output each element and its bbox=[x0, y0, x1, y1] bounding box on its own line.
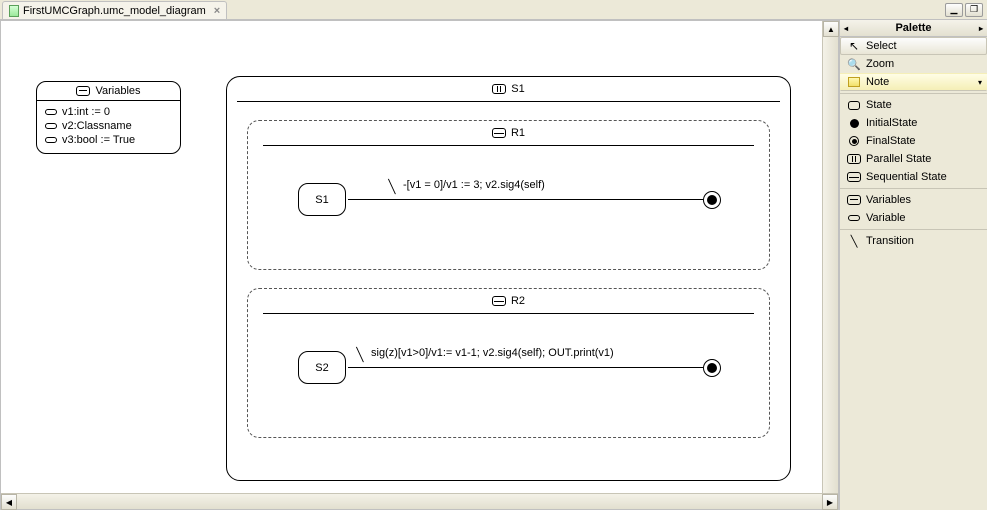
palette-variables[interactable]: Variables bbox=[840, 191, 987, 209]
horizontal-scrollbar[interactable]: ◀ ▶ bbox=[1, 493, 838, 509]
palette-note-tool[interactable]: Note ▾ bbox=[840, 73, 987, 91]
scroll-left-button[interactable]: ◀ bbox=[1, 494, 17, 510]
palette-initial-state[interactable]: InitialState bbox=[840, 114, 987, 132]
variables-title: Variables bbox=[37, 82, 180, 101]
state-header: S1 bbox=[237, 77, 780, 102]
diagram-file-icon bbox=[9, 5, 19, 17]
tab-bar: FirstUMCGraph.umc_model_diagram × ▁ ❐ bbox=[0, 0, 987, 20]
palette-select-tool[interactable]: ↖ Select bbox=[840, 37, 987, 55]
palette-state[interactable]: State bbox=[840, 96, 987, 114]
sequential-state-icon bbox=[492, 128, 506, 138]
zoom-icon: 🔍 bbox=[847, 58, 861, 70]
palette-sequential-state[interactable]: Sequential State bbox=[840, 168, 987, 186]
transition-label[interactable]: -[v1 = 0]/v1 := 3; v2.sig4(self) bbox=[403, 179, 545, 191]
variable-icon bbox=[45, 137, 57, 143]
final-state-dot-icon bbox=[707, 363, 717, 373]
state-node[interactable]: S2 bbox=[298, 351, 346, 384]
chevron-right-icon: ▸ bbox=[979, 24, 983, 33]
variable-icon bbox=[45, 123, 57, 129]
chevron-down-icon: ▾ bbox=[978, 78, 982, 87]
cursor-icon: ↖ bbox=[847, 40, 861, 52]
palette-parallel-state[interactable]: Parallel State bbox=[840, 150, 987, 168]
resize-grip bbox=[971, 494, 987, 510]
note-icon bbox=[847, 76, 861, 88]
chevron-left-icon: ◂ bbox=[844, 24, 848, 33]
initial-state-icon bbox=[847, 117, 861, 129]
palette-header[interactable]: ◂ Palette ▸ bbox=[840, 20, 987, 37]
final-state-node[interactable] bbox=[703, 191, 721, 209]
window-buttons: ▁ ❐ bbox=[945, 0, 987, 19]
close-icon[interactable]: × bbox=[214, 5, 220, 17]
variables-box[interactable]: Variables v1:int := 0 v2:Classname bbox=[36, 81, 181, 154]
parallel-state-s1[interactable]: S1 R1 S1 ╲ -[v1 = 0]/v1 := 3; v2.sig bbox=[226, 76, 791, 481]
transition[interactable] bbox=[348, 367, 703, 368]
state-icon bbox=[847, 99, 861, 111]
transition-icon: ╲ bbox=[847, 235, 861, 247]
final-state-dot-icon bbox=[707, 195, 717, 205]
parallel-state-icon bbox=[492, 84, 506, 94]
scroll-right-button[interactable]: ▶ bbox=[822, 494, 838, 510]
palette-zoom-tool[interactable]: 🔍 Zoom bbox=[840, 55, 987, 73]
transition-origin-icon: ╲ bbox=[388, 179, 395, 195]
variable-icon bbox=[847, 212, 861, 224]
diagram-canvas-wrap: Variables v1:int := 0 v2:Classname bbox=[0, 20, 839, 510]
vertical-scrollbar[interactable]: ▲ bbox=[822, 21, 838, 493]
region-r1[interactable]: R1 S1 ╲ -[v1 = 0]/v1 := 3; v2.sig4(self) bbox=[247, 120, 770, 270]
transition-origin-icon: ╲ bbox=[356, 347, 363, 363]
palette-panel: ◂ Palette ▸ ↖ Select 🔍 Zoom Note ▾ State bbox=[839, 20, 987, 510]
variables-icon bbox=[76, 86, 90, 96]
palette-transition[interactable]: ╲ Transition bbox=[840, 232, 987, 250]
minimize-button[interactable]: ▁ bbox=[945, 3, 963, 17]
editor-tab[interactable]: FirstUMCGraph.umc_model_diagram × bbox=[2, 1, 227, 19]
maximize-button[interactable]: ❐ bbox=[965, 3, 983, 17]
final-state-icon bbox=[847, 135, 861, 147]
variable-row[interactable]: v2:Classname bbox=[45, 119, 172, 133]
variable-row[interactable]: v1:int := 0 bbox=[45, 105, 172, 119]
palette-variable[interactable]: Variable bbox=[840, 209, 987, 227]
state-node[interactable]: S1 bbox=[298, 183, 346, 216]
region-header: R2 bbox=[263, 289, 754, 314]
variable-row[interactable]: v3:bool := True bbox=[45, 133, 172, 147]
transition[interactable] bbox=[348, 199, 703, 200]
sequential-state-icon bbox=[847, 171, 861, 183]
region-r2[interactable]: R2 S2 ╲ sig(z)[v1>0]/v1:= v1-1; v2.sig4(… bbox=[247, 288, 770, 438]
tab-title: FirstUMCGraph.umc_model_diagram bbox=[23, 5, 206, 17]
final-state-node[interactable] bbox=[703, 359, 721, 377]
region-header: R1 bbox=[263, 121, 754, 146]
palette-final-state[interactable]: FinalState bbox=[840, 132, 987, 150]
diagram-canvas[interactable]: Variables v1:int := 0 v2:Classname bbox=[1, 21, 822, 493]
sequential-state-icon bbox=[492, 296, 506, 306]
scroll-up-button[interactable]: ▲ bbox=[823, 21, 839, 37]
variable-icon bbox=[45, 109, 57, 115]
variables-icon bbox=[847, 194, 861, 206]
parallel-state-icon bbox=[847, 153, 861, 165]
transition-label[interactable]: sig(z)[v1>0]/v1:= v1-1; v2.sig4(self); O… bbox=[371, 347, 614, 359]
